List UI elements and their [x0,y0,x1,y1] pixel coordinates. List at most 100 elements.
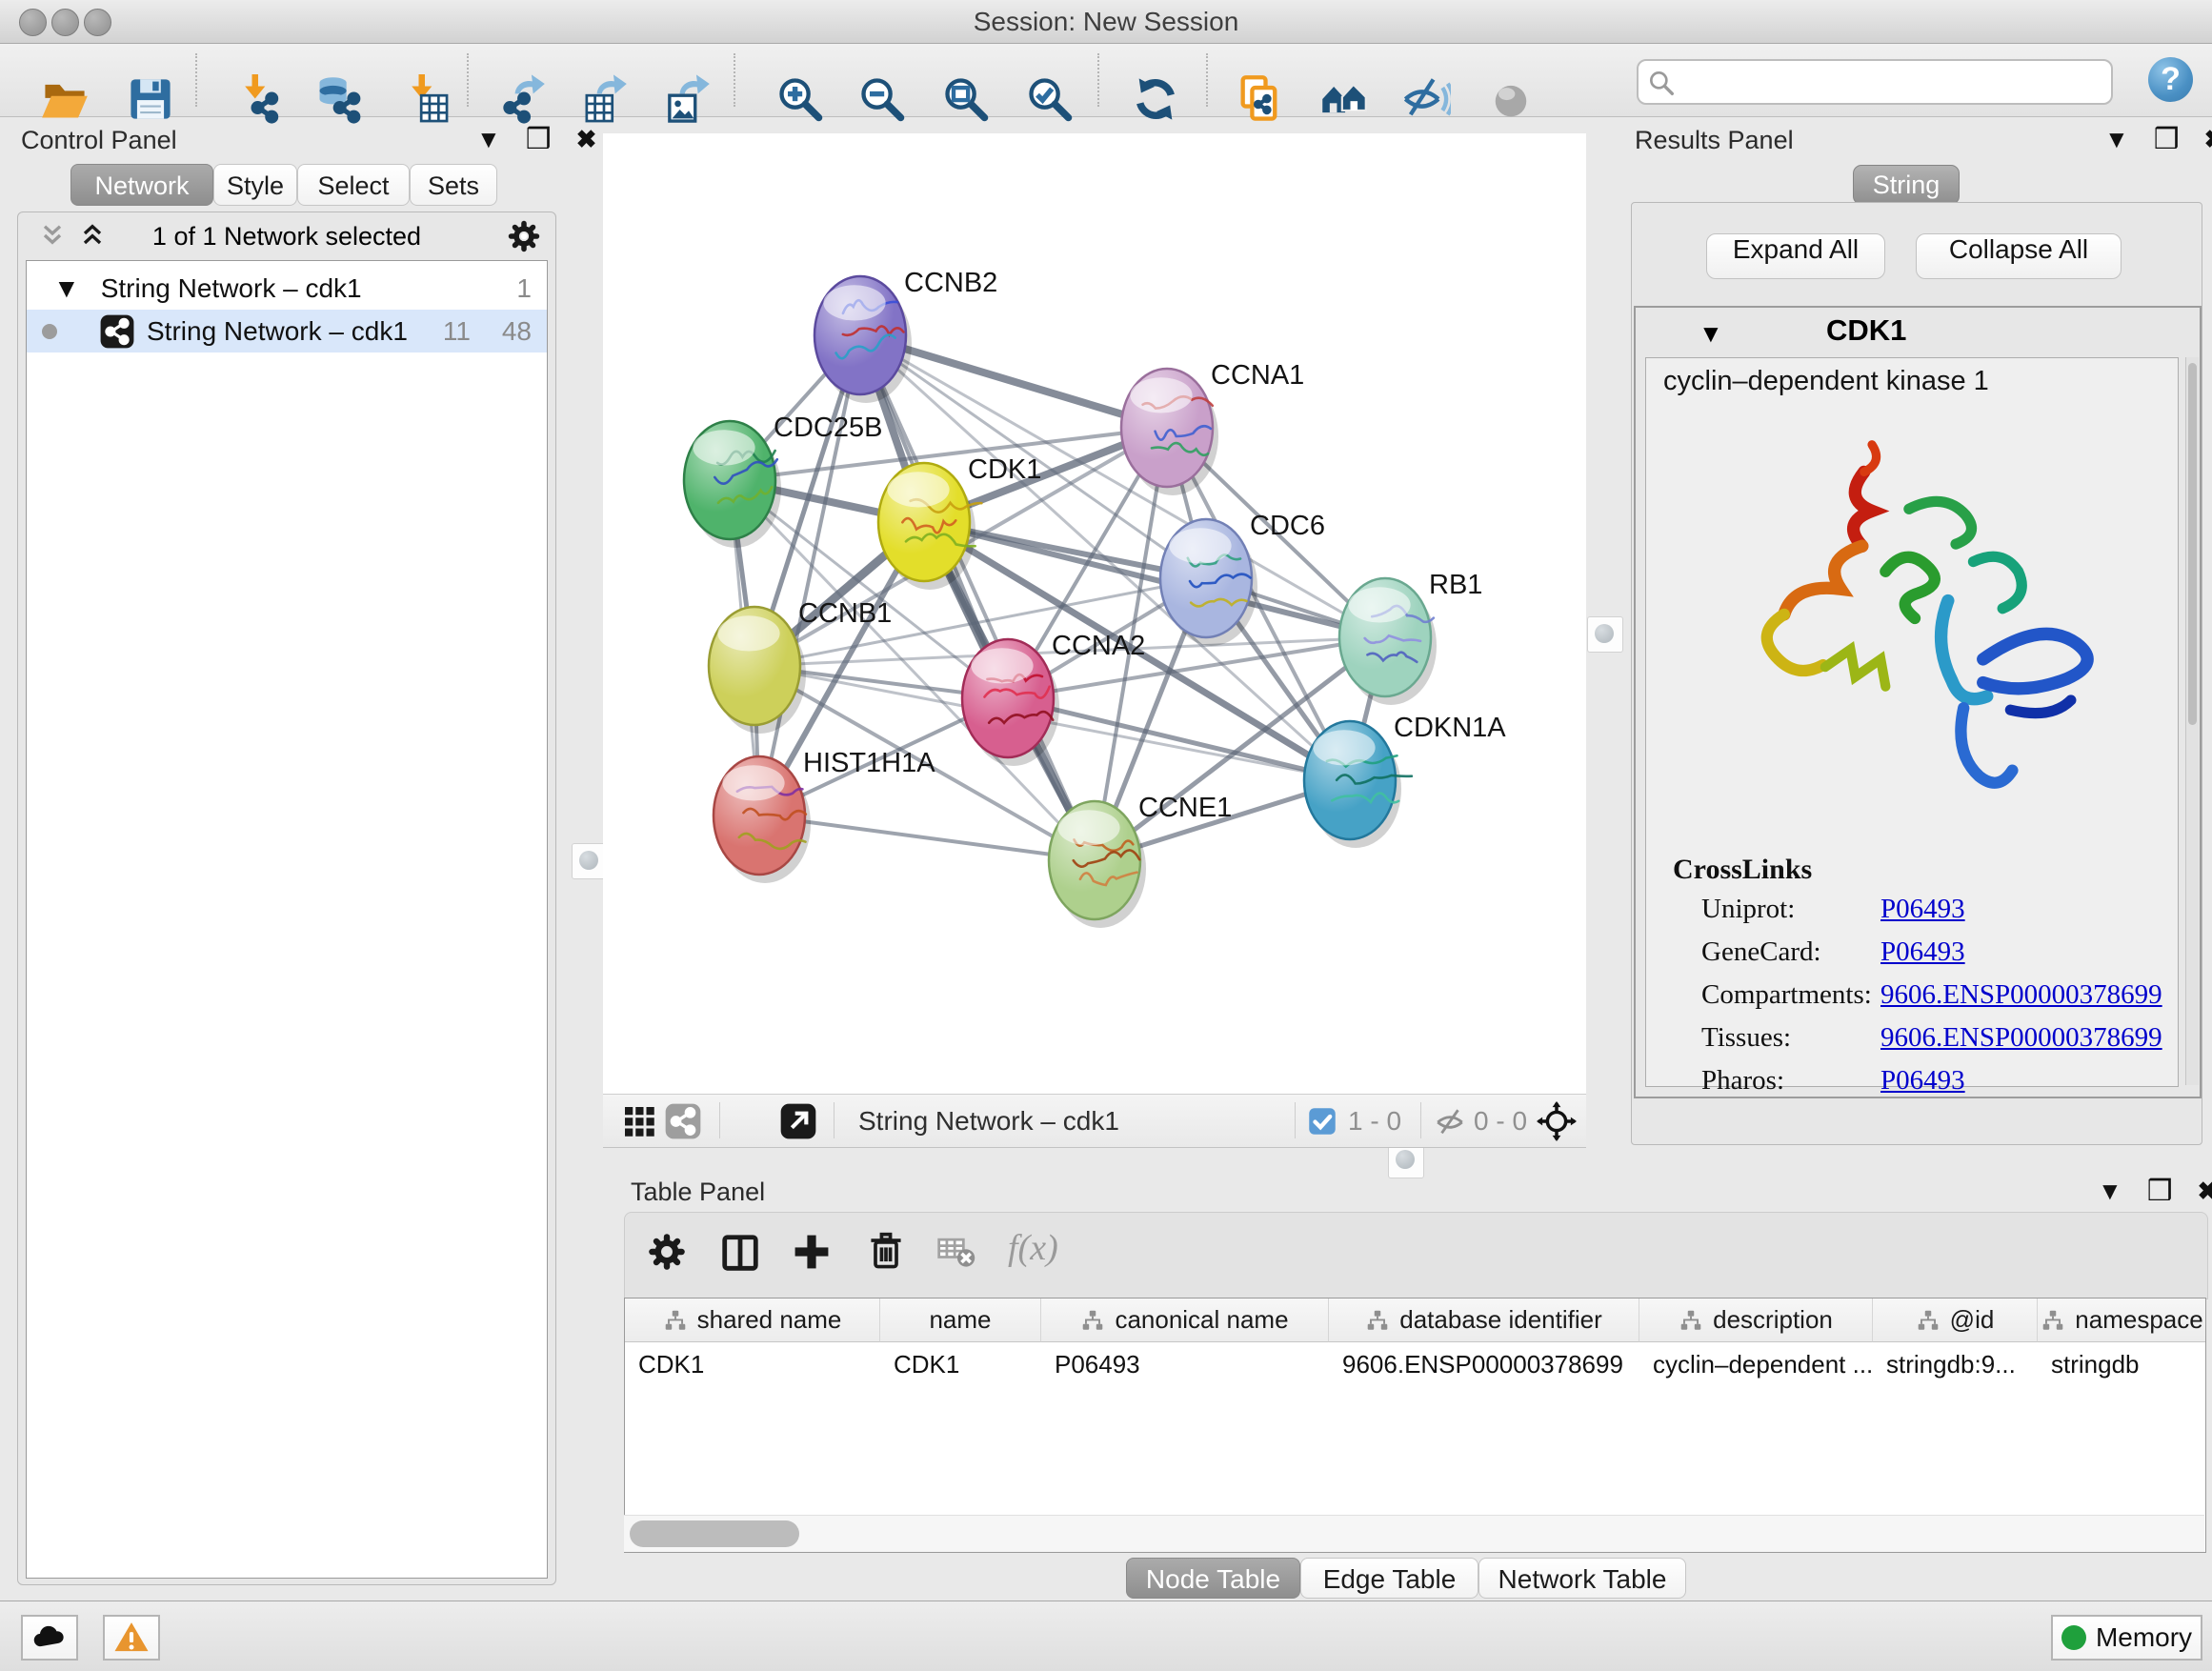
panel-close-icon[interactable]: ✖ [2198,1177,2212,1206]
entry-collapse-icon[interactable]: ▼ [1699,319,1723,349]
panel-menu-icon[interactable]: ▼ [476,125,501,154]
hide-selected-icon[interactable] [1401,74,1451,124]
table-cell[interactable]: P06493 [1041,1342,1329,1386]
panel-float-icon[interactable]: ❒ [526,123,552,156]
export-table-icon[interactable] [582,74,632,124]
titlebar: Session: New Session [0,0,2212,44]
node-CCNB1[interactable] [709,607,806,734]
function-builder-icon[interactable]: f(x) [1008,1227,1057,1277]
network-options-gear-icon[interactable] [506,218,542,254]
right-splitter-handle[interactable] [1587,616,1623,653]
panel-close-icon[interactable]: ✖ [2204,125,2212,154]
tab-node-table[interactable]: Node Table [1126,1558,1300,1599]
birds-eye-crosshair-icon[interactable] [1537,1101,1577,1141]
shared-column-icon [1916,1308,1941,1333]
tab-style[interactable]: Style [213,164,297,206]
node-HIST1H1A[interactable] [714,756,811,883]
table-cell[interactable]: cyclin–dependent ... [1639,1342,1873,1386]
tab-select[interactable]: Select [297,164,410,206]
export-image-icon[interactable] [665,74,714,124]
selected-checkbox-icon[interactable] [1308,1107,1337,1136]
network-graph[interactable]: CCNB2CCNA1CDC25BCDK1CDC6RB1CCNB1CCNA2CDK… [603,133,1586,1094]
results-panel-title: Results Panel [1635,126,1794,155]
import-table-from-file-icon[interactable] [400,74,450,124]
results-scrollbar[interactable] [2185,357,2199,1085]
panel-menu-icon[interactable]: ▼ [2098,1177,2122,1206]
warning-status-button[interactable] [103,1615,160,1661]
crosslink-link[interactable]: 9606.ENSP00000378699 [1880,979,2162,1011]
node-CDC6[interactable] [1160,519,1257,646]
refresh-view-icon[interactable] [1131,74,1180,124]
cloud-status-button[interactable] [21,1615,78,1661]
tab-network-table[interactable]: Network Table [1478,1558,1686,1599]
edge-CCNB2-HIST1H1A[interactable] [759,335,860,815]
column-header-shared-name[interactable]: shared name [625,1299,880,1342]
expand-all-button[interactable]: Expand All [1706,233,1885,279]
table-cell[interactable]: CDK1 [880,1342,1041,1386]
table-cell[interactable]: 9606.ENSP00000378699 [1329,1342,1639,1386]
zoom-out-icon[interactable] [857,74,907,124]
column-header-name[interactable]: name [880,1299,1041,1342]
crosslink-row: Compartments:9606.ENSP00000378699 [1701,979,2159,1011]
node-CCNA2[interactable] [962,639,1059,766]
show-columns-icon[interactable] [718,1231,768,1280]
delete-table-icon[interactable] [935,1231,985,1280]
network-canvas[interactable]: CCNB2CCNA1CDC25BCDK1CDC6RB1CCNB1CCNA2CDK… [603,133,1586,1094]
crosslink-link[interactable]: P06493 [1880,1065,1965,1097]
grid-view-icon[interactable] [622,1104,656,1138]
save-session-icon[interactable] [126,74,175,124]
node-RB1[interactable] [1339,578,1437,705]
import-network-from-database-icon[interactable] [313,74,363,124]
network-collection-row[interactable]: ▼ String Network – cdk1 1 [27,267,547,310]
help-icon[interactable]: ? [2148,57,2193,102]
edge-CCNB2-CCNE1[interactable] [860,335,1095,860]
collection-expand-icon[interactable]: ▼ [53,273,80,304]
control-panel-title: Control Panel [21,126,177,155]
export-network-icon[interactable] [500,74,550,124]
node-CCNB2[interactable] [814,276,912,403]
column-header-description[interactable]: description [1639,1299,1873,1342]
table-options-gear-icon[interactable] [646,1231,695,1280]
crosslink-link[interactable]: P06493 [1880,936,1965,968]
first-neighbors-icon[interactable] [1319,74,1369,124]
table-cell[interactable]: stringdb:9... [1873,1342,2038,1386]
column-header-namespace[interactable]: namespace [2038,1299,2206,1342]
zoom-selected-icon[interactable] [1025,74,1075,124]
panel-float-icon[interactable]: ❒ [2147,1175,2173,1208]
network-row[interactable]: String Network – cdk1 11 48 [27,310,547,352]
column-header-database-identifier[interactable]: database identifier [1329,1299,1639,1342]
crosslink-row: Uniprot:P06493 [1701,894,2159,925]
zoom-in-icon[interactable] [775,74,825,124]
node-CCNA1[interactable] [1121,369,1218,495]
panel-menu-icon[interactable]: ▼ [2104,125,2129,154]
import-network-from-file-icon[interactable] [233,74,283,124]
crosslink-link[interactable]: P06493 [1880,894,1965,925]
panel-close-icon[interactable]: ✖ [576,125,597,154]
network-edge-count: 48 [502,316,532,347]
create-column-plus-icon[interactable] [791,1231,840,1280]
tab-sets[interactable]: Sets [410,164,497,206]
network-view-icon[interactable] [664,1102,702,1140]
open-session-icon[interactable] [40,74,90,124]
tab-string[interactable]: String [1853,165,1960,205]
column-header-canonical-name[interactable]: canonical name [1041,1299,1329,1342]
panel-float-icon[interactable]: ❒ [2154,123,2180,156]
network-selection-status: 1 of 1 Network selected [18,222,555,252]
zoom-fit-content-icon[interactable] [941,74,991,124]
detach-view-icon[interactable] [779,1102,817,1140]
node-CCNE1[interactable] [1049,801,1146,928]
tab-network[interactable]: Network [70,164,213,206]
collapse-all-button[interactable]: Collapse All [1916,233,2122,279]
crosslink-link[interactable]: 9606.ENSP00000378699 [1880,1022,2162,1054]
crosslink-row: GeneCard:P06493 [1701,936,2159,968]
memory-button[interactable]: Memory [2051,1615,2202,1661]
tab-edge-table[interactable]: Edge Table [1300,1558,1478,1599]
delete-column-trash-icon[interactable] [865,1231,915,1280]
column-header--id[interactable]: @id [1873,1299,2038,1342]
table-cell[interactable]: CDK1 [625,1342,880,1386]
search-input[interactable] [1637,59,2113,105]
show-all-icon[interactable] [1486,74,1536,124]
table-cell[interactable]: stringdb [2038,1342,2206,1386]
duplicate-network-icon[interactable] [1235,74,1284,124]
table-horizontal-scrollbar[interactable] [624,1515,2204,1552]
